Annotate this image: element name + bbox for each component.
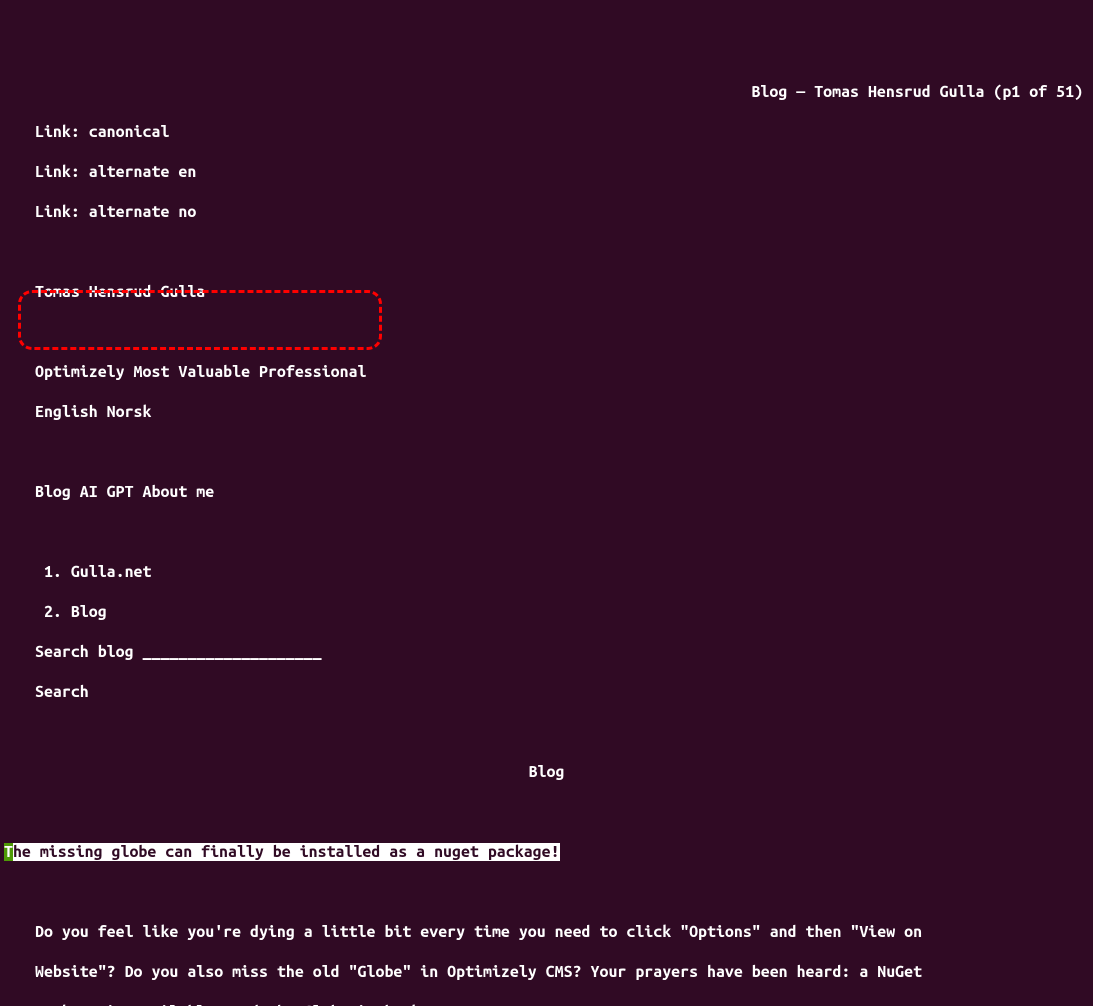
cursor-position: T <box>4 843 13 861</box>
breadcrumb-item-2[interactable]: 2. Blog <box>0 602 1093 622</box>
blank-line <box>0 802 1093 822</box>
site-tagline: Optimizely Most Valuable Professional <box>0 362 1093 382</box>
search-button[interactable]: Search <box>0 682 1093 702</box>
link-canonical[interactable]: Link: canonical <box>0 122 1093 142</box>
link-alternate-en[interactable]: Link: alternate en <box>0 162 1093 182</box>
search-input[interactable]: ____________________ <box>143 643 322 661</box>
search-label: Search blog <box>35 643 143 661</box>
blank-line <box>0 242 1093 262</box>
section-heading-blog: Blog <box>0 762 1093 782</box>
language-switcher[interactable]: English Norsk <box>0 402 1093 422</box>
article-title-text: he missing globe can finally be installe… <box>13 843 560 861</box>
blank-line <box>0 322 1093 342</box>
article-title[interactable]: The missing globe can finally be install… <box>0 842 1093 862</box>
breadcrumb-item-1[interactable]: 1. Gulla.net <box>0 562 1093 582</box>
blank-line <box>0 882 1093 902</box>
article-body-line: Do you feel like you're dying a little b… <box>0 922 1093 942</box>
site-author: Tomas Hensrud Gulla <box>0 282 1093 302</box>
blank-line <box>0 522 1093 542</box>
blank-line <box>0 722 1093 742</box>
main-nav[interactable]: Blog AI GPT About me <box>0 482 1093 502</box>
article-body-line: Website"? Do you also miss the old "Glob… <box>0 962 1093 982</box>
article-body-line: package is available, and the Globe is b… <box>0 1002 1093 1006</box>
blank-line <box>0 442 1093 462</box>
link-alternate-no[interactable]: Link: alternate no <box>0 202 1093 222</box>
page-status-line: Blog — Tomas Hensrud Gulla (p1 of 51) <box>0 80 1093 102</box>
search-row: Search blog ____________________ <box>0 642 1093 662</box>
